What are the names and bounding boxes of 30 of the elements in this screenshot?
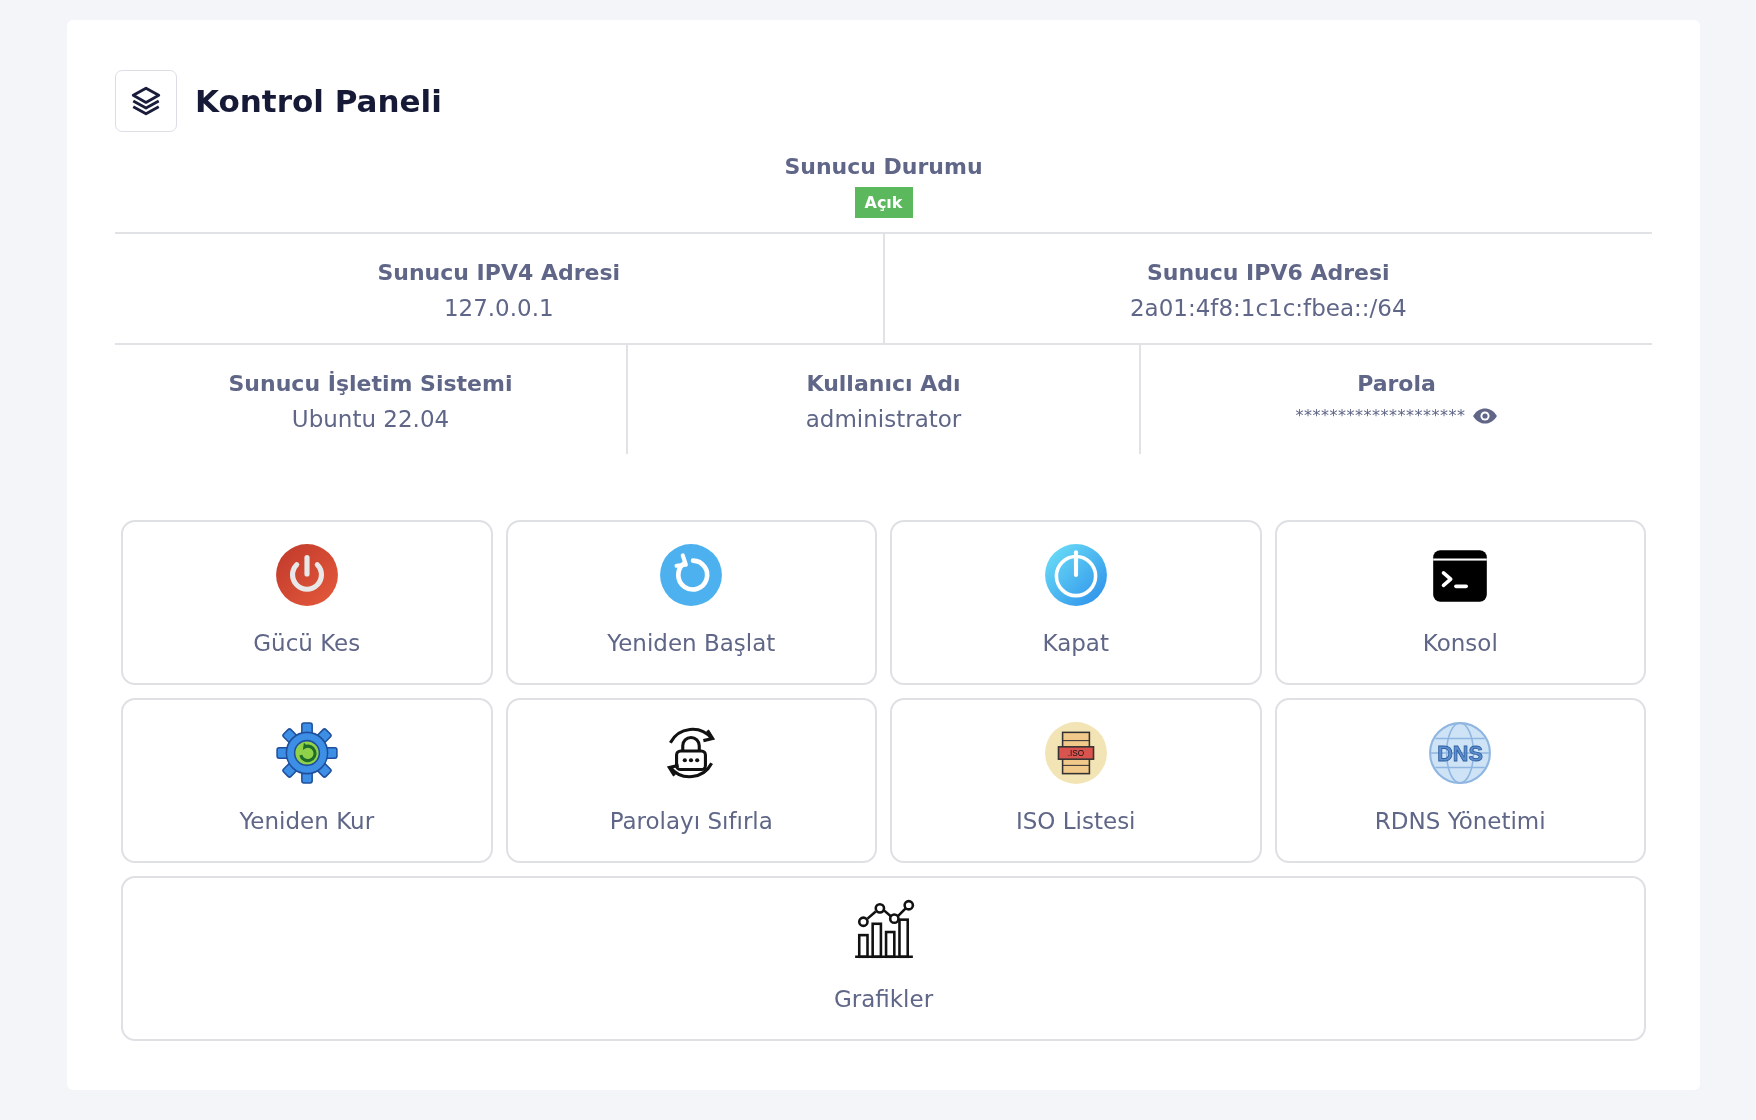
action-button[interactable]: .ISO ISO Listesi <box>890 698 1262 863</box>
layers-icon <box>115 70 177 132</box>
field-label: Kullanıcı Adı <box>806 371 961 396</box>
restart-icon <box>658 542 725 608</box>
field-value: Ubuntu 22.04 <box>291 406 450 432</box>
field-label: Sunucu IPV6 Adresi <box>1146 260 1390 285</box>
action-button[interactable]: Grafikler <box>121 876 1646 1041</box>
field-value: administrator <box>805 406 962 432</box>
power-icon <box>273 542 340 608</box>
field-label: Sunucu IPV4 Adresi <box>377 260 621 285</box>
action-button[interactable]: Konsol <box>1274 520 1646 685</box>
show-password-icon[interactable] <box>1471 406 1498 425</box>
field-label: Parola <box>1357 371 1436 396</box>
icon-text: .ISO <box>1067 749 1084 759</box>
action-button[interactable]: Yeniden Kur <box>121 698 493 863</box>
field-value: 127.0.0.1 <box>443 295 554 321</box>
action-button[interactable]: Yeniden Başlat <box>505 520 877 685</box>
action-button[interactable]: Kapat <box>890 520 1262 685</box>
action-button[interactable]: Parolayı Sıfırla <box>505 698 877 863</box>
field-value: 2a01:4f8:1c1c:fbea::/64 <box>1129 295 1407 321</box>
status-label: Sunucu Durumu <box>784 154 983 179</box>
page-title: Kontrol Paneli <box>195 83 442 119</box>
power-icon <box>1042 542 1109 608</box>
action-button[interactable]: DNS RDNS Yönetimi <box>1274 698 1646 863</box>
password-value: ******************** <box>1295 406 1466 425</box>
field-label: Sunucu İşletim Sistemi <box>228 371 513 396</box>
action-button[interactable]: Gücü Kes <box>121 520 493 685</box>
gear-icon <box>273 720 340 786</box>
status-badge: Açık <box>854 187 913 218</box>
icon-text: DNS <box>1437 741 1484 767</box>
